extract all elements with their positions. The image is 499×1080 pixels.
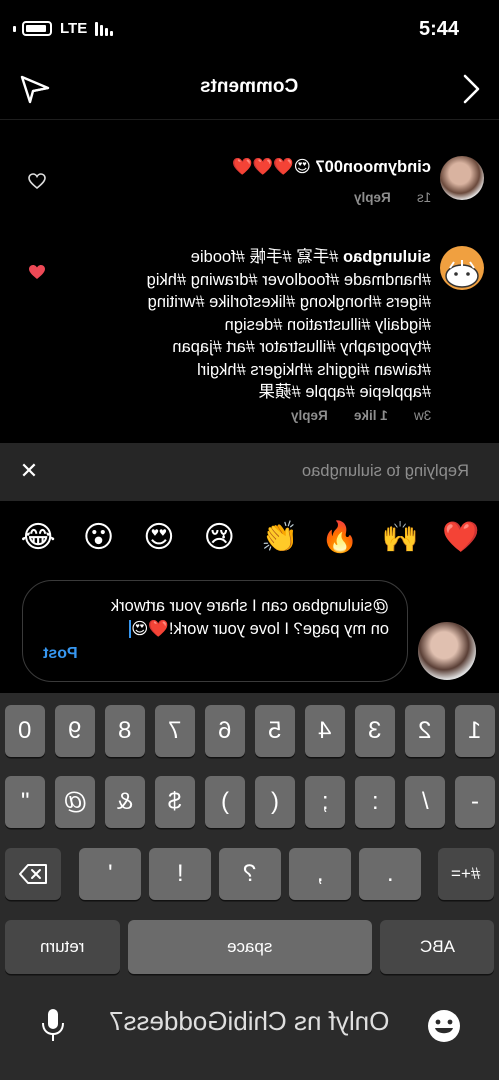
avatar-illustration-icon — [445, 260, 479, 288]
emoji-keyboard-icon[interactable] — [426, 1008, 462, 1044]
reply-link[interactable]: Reply — [354, 190, 391, 205]
comment-item: cindymoon007 😍❤️❤️❤️ Reply 1s — [0, 140, 499, 220]
key-slash[interactable]: / — [405, 776, 445, 828]
replying-label: Replying to siulungbao — [302, 462, 469, 480]
comment-meta: Reply 1s — [354, 190, 431, 205]
key-ampersand[interactable]: & — [105, 776, 145, 828]
microphone-icon[interactable] — [40, 1007, 66, 1043]
emoji-fire-icon[interactable]: 🔥 — [320, 520, 360, 555]
reply-link[interactable]: Reply — [291, 408, 328, 423]
network-label: LTE — [60, 20, 88, 37]
emoji-raised-hands-icon[interactable]: 🙌 — [380, 520, 420, 555]
symbols-toggle-key[interactable]: #+= — [438, 848, 494, 900]
keyboard-overlay-text: Onlyf ns ChibiGoddess7 — [109, 1006, 390, 1036]
backspace-icon — [19, 864, 47, 884]
key-question[interactable]: ? — [219, 848, 281, 900]
emoji-heart-icon[interactable]: ❤️ — [441, 520, 481, 555]
key-9[interactable]: 9 — [55, 705, 95, 757]
comment-input[interactable]: @siulungbao can I share your artwork on … — [109, 595, 389, 640]
return-key[interactable]: return — [5, 920, 120, 974]
emoji-crying-icon[interactable]: 😢 — [199, 520, 239, 555]
comment-body: cindymoon007 😍❤️❤️❤️ — [232, 158, 431, 176]
key-7[interactable]: 7 — [155, 705, 195, 757]
like-count[interactable]: 1 like — [354, 408, 388, 423]
comment-time: 1s — [416, 190, 431, 205]
key-comma[interactable]: , — [289, 848, 351, 900]
key-semicolon[interactable]: ; — [305, 776, 345, 828]
comment-time: 3w — [413, 408, 431, 423]
post-button[interactable]: Post — [43, 645, 78, 663]
key-2[interactable]: 2 — [405, 705, 445, 757]
key-apostrophe[interactable]: ' — [79, 848, 141, 900]
abc-key[interactable]: ABC — [380, 920, 494, 974]
emoji-heart-eyes-icon[interactable]: 😍 — [139, 520, 179, 555]
key-at[interactable]: @ — [55, 776, 95, 828]
comment-composer[interactable]: @siulungbao can I share your artwork on … — [22, 580, 408, 682]
key-6[interactable]: 6 — [205, 705, 245, 757]
replying-bar: ✕ Replying to siulungbao — [0, 443, 499, 501]
quick-emoji-bar: 😂 😮 😍 😢 👏 🔥 🙌 ❤️ — [0, 501, 499, 573]
header: Comments — [0, 58, 499, 120]
key-hyphen[interactable]: - — [455, 776, 495, 828]
back-chevron-icon[interactable] — [459, 72, 483, 106]
key-period[interactable]: . — [359, 848, 421, 900]
key-colon[interactable]: : — [355, 776, 395, 828]
avatar[interactable] — [440, 246, 484, 290]
emoji-surprised-icon[interactable]: 😮 — [79, 520, 119, 555]
heart-outline-icon[interactable] — [28, 173, 46, 189]
comment-meta: Reply 1 like 3w — [291, 408, 431, 423]
battery-icon — [13, 21, 52, 36]
text-caret — [129, 620, 132, 639]
emoji-laughing-icon[interactable]: 😂 — [18, 520, 58, 555]
key-close-paren[interactable]: ) — [205, 776, 245, 828]
key-3[interactable]: 3 — [355, 705, 395, 757]
comment-body: siulungbao #手寫 #手帳 #foodie #handmade #fo… — [146, 248, 431, 401]
key-exclamation[interactable]: ! — [149, 848, 211, 900]
heart-filled-icon[interactable] — [28, 264, 46, 280]
emoji-clap-icon[interactable]: 👏 — [260, 520, 300, 555]
key-5[interactable]: 5 — [255, 705, 295, 757]
user-avatar — [418, 622, 476, 680]
key-open-paren[interactable]: ( — [255, 776, 295, 828]
comment-item: siulungbao #手寫 #手帳 #foodie #handmade #fo… — [0, 238, 499, 438]
status-bar: LTE 5:44 — [0, 0, 499, 58]
page-title: Comments — [200, 76, 299, 97]
status-time: 5:44 — [418, 18, 459, 40]
key-1[interactable]: 1 — [455, 705, 495, 757]
key-0[interactable]: 0 — [5, 705, 45, 757]
key-4[interactable]: 4 — [305, 705, 345, 757]
key-dollar[interactable]: $ — [155, 776, 195, 828]
key-quote[interactable]: " — [5, 776, 45, 828]
avatar[interactable] — [440, 156, 484, 200]
key-8[interactable]: 8 — [105, 705, 145, 757]
space-key[interactable]: space — [128, 920, 372, 974]
backspace-key[interactable] — [5, 848, 61, 900]
close-icon[interactable]: ✕ — [18, 457, 40, 485]
signal-icon — [95, 21, 114, 36]
